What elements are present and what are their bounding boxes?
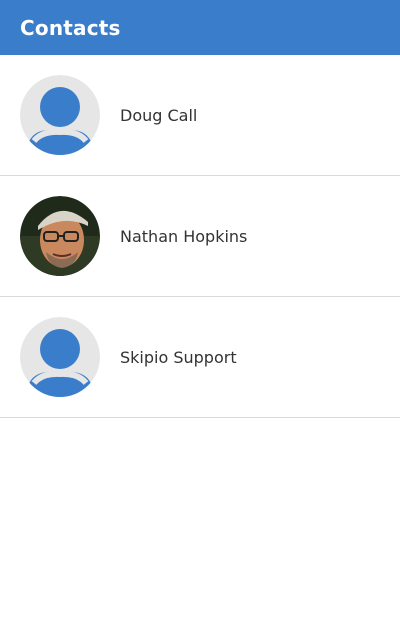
page-title: Contacts [20,15,121,40]
contact-row-skipio-support[interactable]: Skipio Support [0,297,400,418]
contact-list: Doug Call Nathan Hopkins Skipio Support [0,55,400,418]
default-avatar-icon [20,317,100,397]
contact-row-nathan-hopkins[interactable]: Nathan Hopkins [0,176,400,297]
contacts-screen: Contacts Doug Call Nathan Hopkins Skipio… [0,0,400,624]
default-avatar-icon [20,75,100,155]
photo-avatar [20,196,100,276]
contact-name: Doug Call [120,105,198,125]
contact-name: Nathan Hopkins [120,226,248,246]
app-header: Contacts [0,0,400,55]
contact-row-doug-call[interactable]: Doug Call [0,55,400,176]
contact-name: Skipio Support [120,347,237,367]
